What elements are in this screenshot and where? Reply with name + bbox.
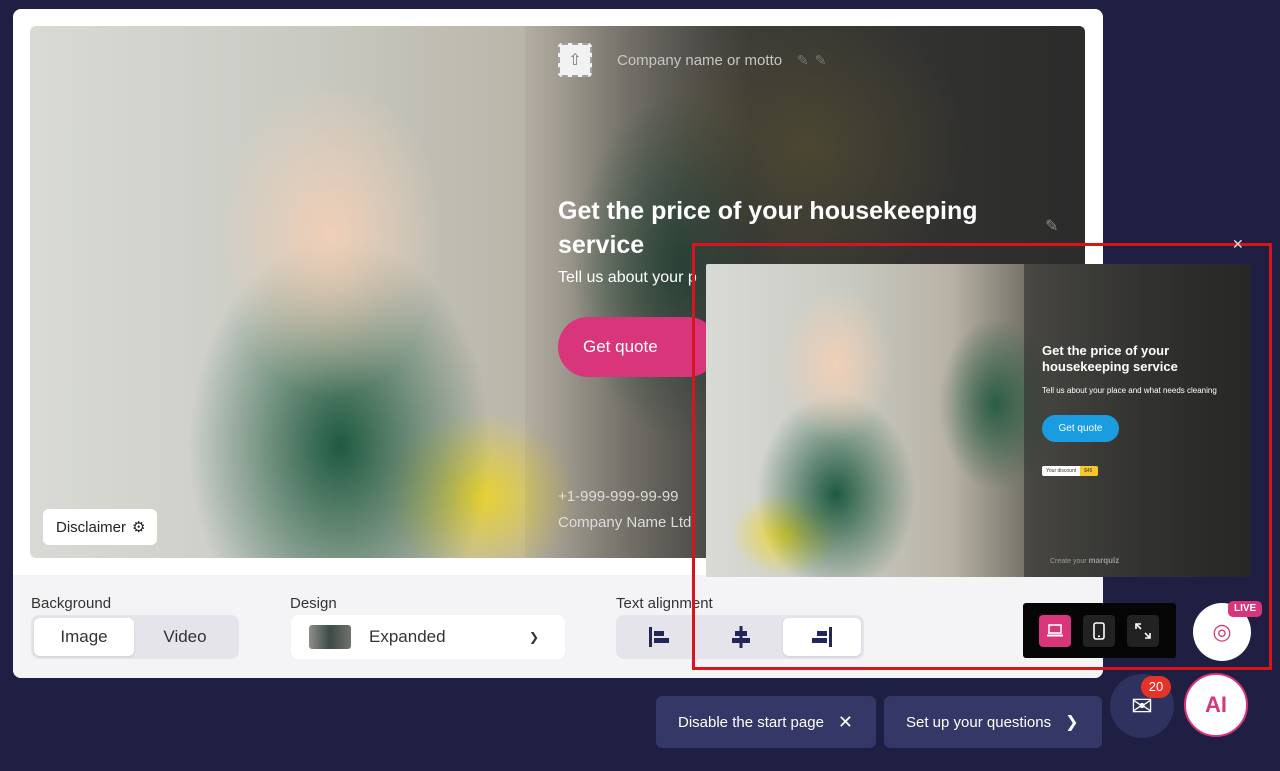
- phone-icon: [1093, 621, 1105, 640]
- preview-credit: Create your marquiz: [1050, 556, 1119, 565]
- preview-credit-text: Create your: [1050, 558, 1087, 565]
- set-up-questions-button[interactable]: Set up your questions ❯: [884, 696, 1102, 748]
- page-subline[interactable]: Tell us about your p: [558, 269, 697, 287]
- ai-label: AI: [1205, 692, 1227, 717]
- design-value: Expanded: [369, 627, 446, 646]
- brush-icon[interactable]: ✎: [815, 52, 833, 68]
- disclaimer-label: Disclaimer: [56, 518, 127, 536]
- pencil-icon[interactable]: ✎: [797, 52, 815, 68]
- background-toggle: Image Video: [31, 615, 239, 659]
- chat-unread-badge: 20: [1141, 676, 1171, 698]
- company-name[interactable]: Company Name Ltd: [558, 514, 691, 531]
- chevron-down-icon: ❯: [529, 630, 540, 644]
- disable-start-page-button[interactable]: Disable the start page ✕: [656, 696, 876, 748]
- close-icon: ✕: [837, 711, 854, 732]
- background-label: Background: [31, 595, 112, 612]
- laptop-icon: [1047, 623, 1063, 636]
- motto-edit-icons[interactable]: ✎✎: [797, 52, 832, 69]
- pencil-icon[interactable]: ✎: [1045, 216, 1058, 236]
- align-left-button[interactable]: [619, 618, 699, 656]
- preview-discount-value: $45: [1080, 466, 1099, 476]
- design-thumbnail: [309, 625, 351, 649]
- get-quote-label: Get quote: [583, 337, 658, 356]
- align-left-icon: [649, 627, 669, 647]
- background-image-option[interactable]: Image: [34, 618, 134, 656]
- set-up-questions-label: Set up your questions: [906, 713, 1052, 731]
- logo-upload-button[interactable]: ⇧: [558, 43, 592, 77]
- fullscreen-button[interactable]: [1127, 614, 1159, 647]
- preview-get-quote-button: Get quote: [1042, 415, 1119, 442]
- preview-credit-brand: marquiz: [1088, 556, 1120, 565]
- preview-discount-label: Your discount: [1042, 466, 1081, 476]
- live-badge: LIVE: [1228, 601, 1263, 617]
- preview-subline: Tell us about your place and what needs …: [1042, 386, 1217, 395]
- background-video-option[interactable]: Video: [134, 618, 236, 656]
- mobile-view-button[interactable]: [1083, 614, 1115, 647]
- chevron-right-icon: ❯: [1065, 714, 1079, 731]
- preview-headline: Get the price of your housekeeping servi…: [1042, 343, 1178, 374]
- device-switcher: [1023, 603, 1176, 658]
- expand-icon: [1135, 622, 1151, 639]
- gear-icon: ⚙: [132, 519, 146, 536]
- eye-icon: ◎: [1212, 619, 1232, 644]
- desktop-view-button[interactable]: [1039, 614, 1071, 647]
- motto-input[interactable]: Company name or motto: [617, 52, 782, 69]
- ai-assistant-button[interactable]: AI: [1184, 673, 1248, 737]
- close-icon[interactable]: ✕: [1232, 236, 1248, 252]
- design-label: Design: [290, 595, 337, 612]
- disclaimer-button[interactable]: Disclaimer ⚙: [43, 509, 158, 545]
- live-preview: Get the price of your housekeeping servi…: [706, 264, 1251, 577]
- design-dropdown[interactable]: Expanded ❯: [291, 615, 565, 659]
- phone-number[interactable]: +1-999-999-99-99: [558, 488, 679, 505]
- preview-discount-badge: Your discount $45: [1042, 466, 1099, 476]
- disable-start-page-label: Disable the start page: [678, 713, 824, 731]
- upload-icon: ⇧: [568, 52, 582, 69]
